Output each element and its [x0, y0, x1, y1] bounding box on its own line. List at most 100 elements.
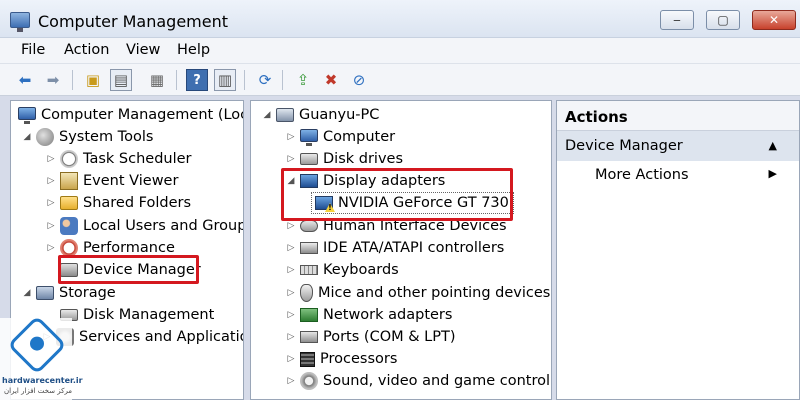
forward-arrow-icon[interactable]: ➡ — [42, 69, 64, 91]
expand-arrow-icon[interactable]: ▷ — [285, 376, 297, 386]
display-adapters-highlight-box — [281, 168, 513, 221]
menu-help[interactable]: Help — [177, 42, 210, 58]
title-bar: Computer Management ‒ ▢ ✕ — [0, 0, 800, 38]
menu-bar: File Action View Help — [0, 38, 800, 64]
expand-arrow-icon[interactable]: ▷ — [45, 198, 57, 208]
keyboard-icon — [300, 265, 318, 275]
ports-icon — [300, 331, 318, 343]
menu-view[interactable]: View — [126, 42, 160, 58]
tree-label: Storage — [59, 285, 116, 301]
watermark-tagline: مرکز سخت افزار ایران — [4, 387, 73, 395]
tree-item-computer-management[interactable]: Computer Management (Local — [15, 104, 244, 126]
tree-label: IDE ATA/ATAPI controllers — [323, 240, 505, 256]
tree-label: Network adapters — [323, 307, 453, 323]
tree-item-system-tools[interactable]: ◢ System Tools — [21, 126, 153, 148]
minimize-button[interactable]: ‒ — [660, 10, 694, 30]
sound-icon — [300, 372, 318, 390]
collapse-arrow-icon[interactable]: ◢ — [21, 132, 33, 142]
show-hide-action-pane-icon[interactable]: ▥ — [214, 69, 236, 91]
tree-label: Computer Management (Local — [41, 107, 244, 123]
actions-section-label: Device Manager — [565, 138, 683, 154]
tree-item-ports[interactable]: ▷ Ports (COM & LPT) — [285, 326, 456, 348]
expand-arrow-icon[interactable]: ▷ — [45, 176, 57, 186]
tree-item-event-viewer[interactable]: ▷ Event Viewer — [45, 170, 178, 192]
more-actions-label: More Actions — [595, 167, 689, 183]
users-icon — [60, 217, 78, 235]
clock-icon — [60, 150, 78, 168]
show-hide-tree-icon[interactable]: ▤ — [110, 69, 132, 91]
hid-icon — [300, 220, 318, 232]
tree-label: Processors — [320, 351, 398, 367]
collapse-arrow-icon[interactable]: ◢ — [261, 110, 273, 120]
watermark: hardwarecenter.ir مرکز سخت افزار ایران — [0, 315, 83, 400]
toolbar: ⬅ ➡ ▣ ▤ ▦ ? ▥ ⟳ ⇪ ✖ ⊘ — [0, 64, 800, 96]
actions-pane: Actions Device Manager ▲ More Actions ▶ — [556, 100, 800, 400]
tree-item-storage[interactable]: ◢ Storage — [21, 282, 116, 304]
update-driver-icon[interactable]: ⇪ — [292, 69, 314, 91]
tree-item-sound[interactable]: ▷ Sound, video and game controlle — [285, 370, 551, 392]
properties-icon[interactable]: ▦ — [146, 69, 168, 91]
expand-arrow-icon[interactable]: ▷ — [285, 221, 297, 231]
uninstall-icon[interactable]: ✖ — [320, 69, 342, 91]
expand-arrow-icon[interactable]: ▷ — [285, 243, 297, 253]
close-button[interactable]: ✕ — [752, 10, 796, 30]
tree-label: Disk Management — [83, 307, 215, 323]
tree-item-network[interactable]: ▷ Network adapters — [285, 304, 453, 326]
tree-label: Guanyu-PC — [299, 107, 380, 123]
expand-arrow-icon[interactable]: ▷ — [285, 154, 297, 164]
scan-hardware-icon[interactable]: ⟳ — [254, 69, 276, 91]
expand-arrow-icon[interactable]: ▷ — [285, 265, 297, 275]
device-tree-pane[interactable]: ◢ Guanyu-PC ▷ Computer ▷ Disk drives ◢ D… — [250, 100, 552, 400]
tree-item-keyboards[interactable]: ▷ Keyboards — [285, 259, 399, 281]
tree-label: Services and Applications — [79, 329, 243, 345]
expand-arrow-icon[interactable]: ▷ — [285, 310, 297, 320]
hardwarecenter-logo-icon — [7, 315, 67, 375]
menu-action[interactable]: Action — [64, 42, 109, 58]
maximize-button[interactable]: ▢ — [706, 10, 740, 30]
up-folder-icon[interactable]: ▣ — [82, 69, 104, 91]
disk-drive-icon — [300, 153, 318, 165]
disable-device-icon[interactable]: ⊘ — [348, 69, 370, 91]
tree-item-computer-root[interactable]: ◢ Guanyu-PC — [261, 104, 380, 126]
tree-item-computer[interactable]: ▷ Computer — [285, 126, 395, 148]
tree-item-ide[interactable]: ▷ IDE ATA/ATAPI controllers — [285, 237, 505, 259]
actions-section-device-manager[interactable]: Device Manager ▲ — [557, 131, 799, 161]
help-icon[interactable]: ? — [186, 69, 208, 91]
expand-arrow-icon[interactable]: ▷ — [285, 354, 297, 364]
ide-controller-icon — [300, 242, 318, 254]
tree-item-processors[interactable]: ▷ Processors — [285, 348, 398, 370]
shared-folder-icon — [60, 196, 78, 210]
tree-item-disk-drives[interactable]: ▷ Disk drives — [285, 148, 403, 170]
expand-arrow-icon[interactable]: ▷ — [285, 132, 297, 142]
tree-label: Local Users and Groups — [83, 218, 244, 234]
window-title: Computer Management — [38, 12, 229, 31]
expand-arrow-icon[interactable]: ▷ — [285, 332, 297, 342]
tree-item-mice[interactable]: ▷ Mice and other pointing devices — [285, 282, 550, 304]
back-arrow-icon[interactable]: ⬅ — [14, 69, 36, 91]
pc-icon — [276, 108, 294, 122]
tree-label: Event Viewer — [83, 173, 179, 189]
tree-item-disk-management[interactable]: Disk Management — [57, 304, 214, 326]
tree-label: Keyboards — [323, 262, 399, 278]
tree-item-shared-folders[interactable]: ▷ Shared Folders — [45, 192, 192, 214]
tree-label: Disk drives — [323, 151, 404, 167]
tree-item-local-users[interactable]: ▷ Local Users and Groups — [45, 215, 244, 237]
tree-label: Task Scheduler — [83, 151, 192, 167]
tree-label: Performance — [83, 240, 175, 256]
more-actions-item[interactable]: More Actions ▶ — [557, 161, 799, 189]
menu-file[interactable]: File — [21, 42, 45, 58]
computer-icon — [18, 106, 36, 124]
collapse-arrow-icon[interactable]: ◢ — [21, 288, 33, 298]
storage-icon — [36, 286, 54, 300]
expand-arrow-icon[interactable]: ▷ — [285, 288, 297, 298]
processor-icon — [300, 351, 315, 367]
tree-label: Mice and other pointing devices — [318, 285, 551, 301]
collapse-up-icon[interactable]: ▲ — [769, 139, 777, 152]
tree-item-task-scheduler[interactable]: ▷ Task Scheduler — [45, 148, 192, 170]
expand-arrow-icon[interactable]: ▷ — [45, 221, 57, 231]
expand-arrow-icon[interactable]: ▷ — [45, 243, 57, 253]
tree-label: Ports (COM & LPT) — [323, 329, 456, 345]
expand-arrow-icon[interactable]: ▷ — [45, 154, 57, 164]
mouse-icon — [300, 284, 313, 302]
actions-header: Actions — [557, 101, 799, 131]
